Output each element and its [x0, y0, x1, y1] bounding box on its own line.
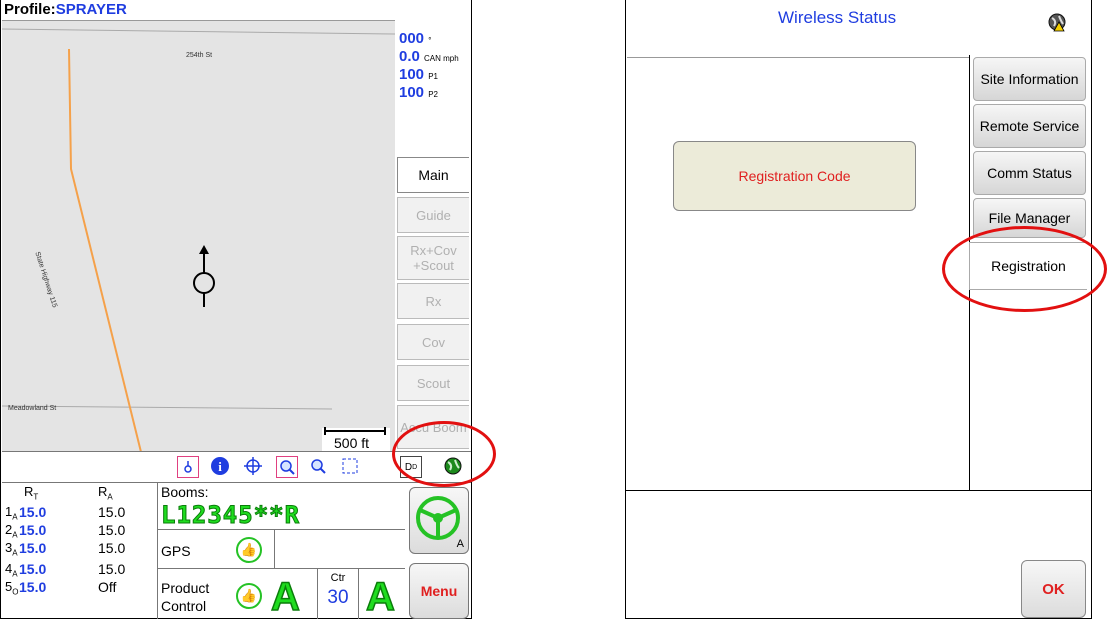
gps-label: GPS: [161, 543, 191, 559]
tab-remote-service[interactable]: Remote Service: [973, 104, 1086, 148]
tab-main[interactable]: Main: [397, 157, 469, 193]
map-toolbar: i DD: [2, 451, 471, 483]
status-readouts: 000 ° 0.0 CAN mph 100 P1 100 P2: [399, 30, 471, 102]
zoom-out-icon[interactable]: [308, 456, 328, 476]
auto-mode-a-indicator: A: [270, 575, 300, 619]
map-roads: [2, 28, 395, 452]
field-computer-main-screen: Profile:SPRAYER 254th St State Highway 1…: [0, 0, 472, 619]
product-control[interactable]: Product Control 👍 A A: [158, 569, 405, 619]
tab-registration[interactable]: Registration: [969, 242, 1087, 290]
rate-row: 5O 15.0 Off: [5, 579, 117, 597]
registration-code-button[interactable]: Registration Code: [673, 141, 916, 211]
tab-rx[interactable]: Rx: [397, 283, 469, 319]
tab-scout[interactable]: Scout: [397, 365, 469, 401]
guidance-icon[interactable]: [177, 456, 199, 478]
booms-code: L12345**R: [160, 501, 301, 530]
auto-mode-a-indicator: A: [365, 575, 395, 619]
rate-row: 1A 15.0 15.0: [5, 504, 126, 522]
autosteer-button[interactable]: A: [409, 487, 469, 554]
status-blank-cell: [275, 530, 405, 569]
svg-text:i: i: [218, 459, 222, 474]
product-control-label: Product Control: [161, 580, 210, 614]
info-icon[interactable]: i: [210, 456, 230, 476]
ctr-cell: Ctr 30: [317, 569, 359, 619]
booms-label: Booms:: [161, 484, 209, 500]
heading-readout: 000 °: [399, 30, 432, 47]
p2-readout: 100 P2: [399, 84, 438, 101]
tab-file-manager[interactable]: File Manager: [973, 198, 1086, 238]
speed-readout: 0.0 CAN mph: [399, 48, 459, 65]
page-title: Wireless Status: [778, 8, 897, 27]
dd-icon[interactable]: DD: [400, 456, 422, 478]
tab-cov[interactable]: Cov: [397, 324, 469, 360]
rate-row: 2A 15.0 15.0: [5, 522, 126, 540]
ctr-label: Ctr: [330, 572, 346, 584]
extents-icon[interactable]: [340, 456, 360, 476]
footer-divider: [626, 490, 1091, 491]
center-icon[interactable]: [243, 456, 263, 476]
field-map[interactable]: 254th St State Highway 115 Meadowland St…: [2, 20, 395, 452]
rt-header: RT: [24, 484, 39, 502]
profile-title: Profile:SPRAYER: [4, 1, 127, 18]
profile-value: SPRAYER: [55, 1, 127, 18]
zoom-in-icon[interactable]: [276, 456, 298, 478]
ra-header: RA: [98, 484, 113, 502]
tab-accu-boom[interactable]: Accu Boom: [397, 405, 469, 449]
steer-mode-label: A: [456, 538, 464, 550]
header-divider: [627, 57, 970, 58]
profile-label: Profile:: [4, 1, 56, 18]
vehicle-icon: [193, 245, 215, 307]
tab-rx-cov-scout[interactable]: Rx+Cov +Scout: [397, 236, 469, 280]
tab-site-information[interactable]: Site Information: [973, 57, 1086, 101]
wireless-globe-icon[interactable]: [443, 456, 463, 476]
wireless-tabs: Site Information Remote Service Comm Sta…: [969, 55, 1091, 490]
ok-button[interactable]: OK: [1021, 560, 1086, 618]
rate-row: 3A 15.0 15.0: [5, 540, 126, 558]
ctr-value: 30: [327, 587, 349, 608]
rate-row: 4A 15.0 15.0: [5, 561, 126, 579]
road-highway-115: [68, 48, 142, 452]
booms-status[interactable]: Booms: L12345**R: [158, 482, 405, 530]
street-label-bottom: Meadowland St: [8, 405, 57, 412]
wireless-globe-icon: [1048, 13, 1066, 32]
p1-readout: 100 P1: [399, 66, 438, 83]
street-label-top: 254th St: [186, 52, 213, 59]
tab-comm-status[interactable]: Comm Status: [973, 151, 1086, 195]
gps-status[interactable]: GPS 👍: [158, 530, 275, 569]
road-254th: [2, 28, 395, 35]
thumbs-up-icon: 👍: [236, 583, 262, 609]
menu-button[interactable]: Menu: [409, 563, 469, 619]
thumbs-up-icon: 👍: [236, 537, 262, 563]
rate-table: RT RA 1A 15.0 15.0 2A 15.0 15.0 3A 15.0 15.…: [2, 482, 158, 619]
map-scale: 500 ft: [322, 427, 390, 452]
tab-guide[interactable]: Guide: [397, 197, 469, 233]
